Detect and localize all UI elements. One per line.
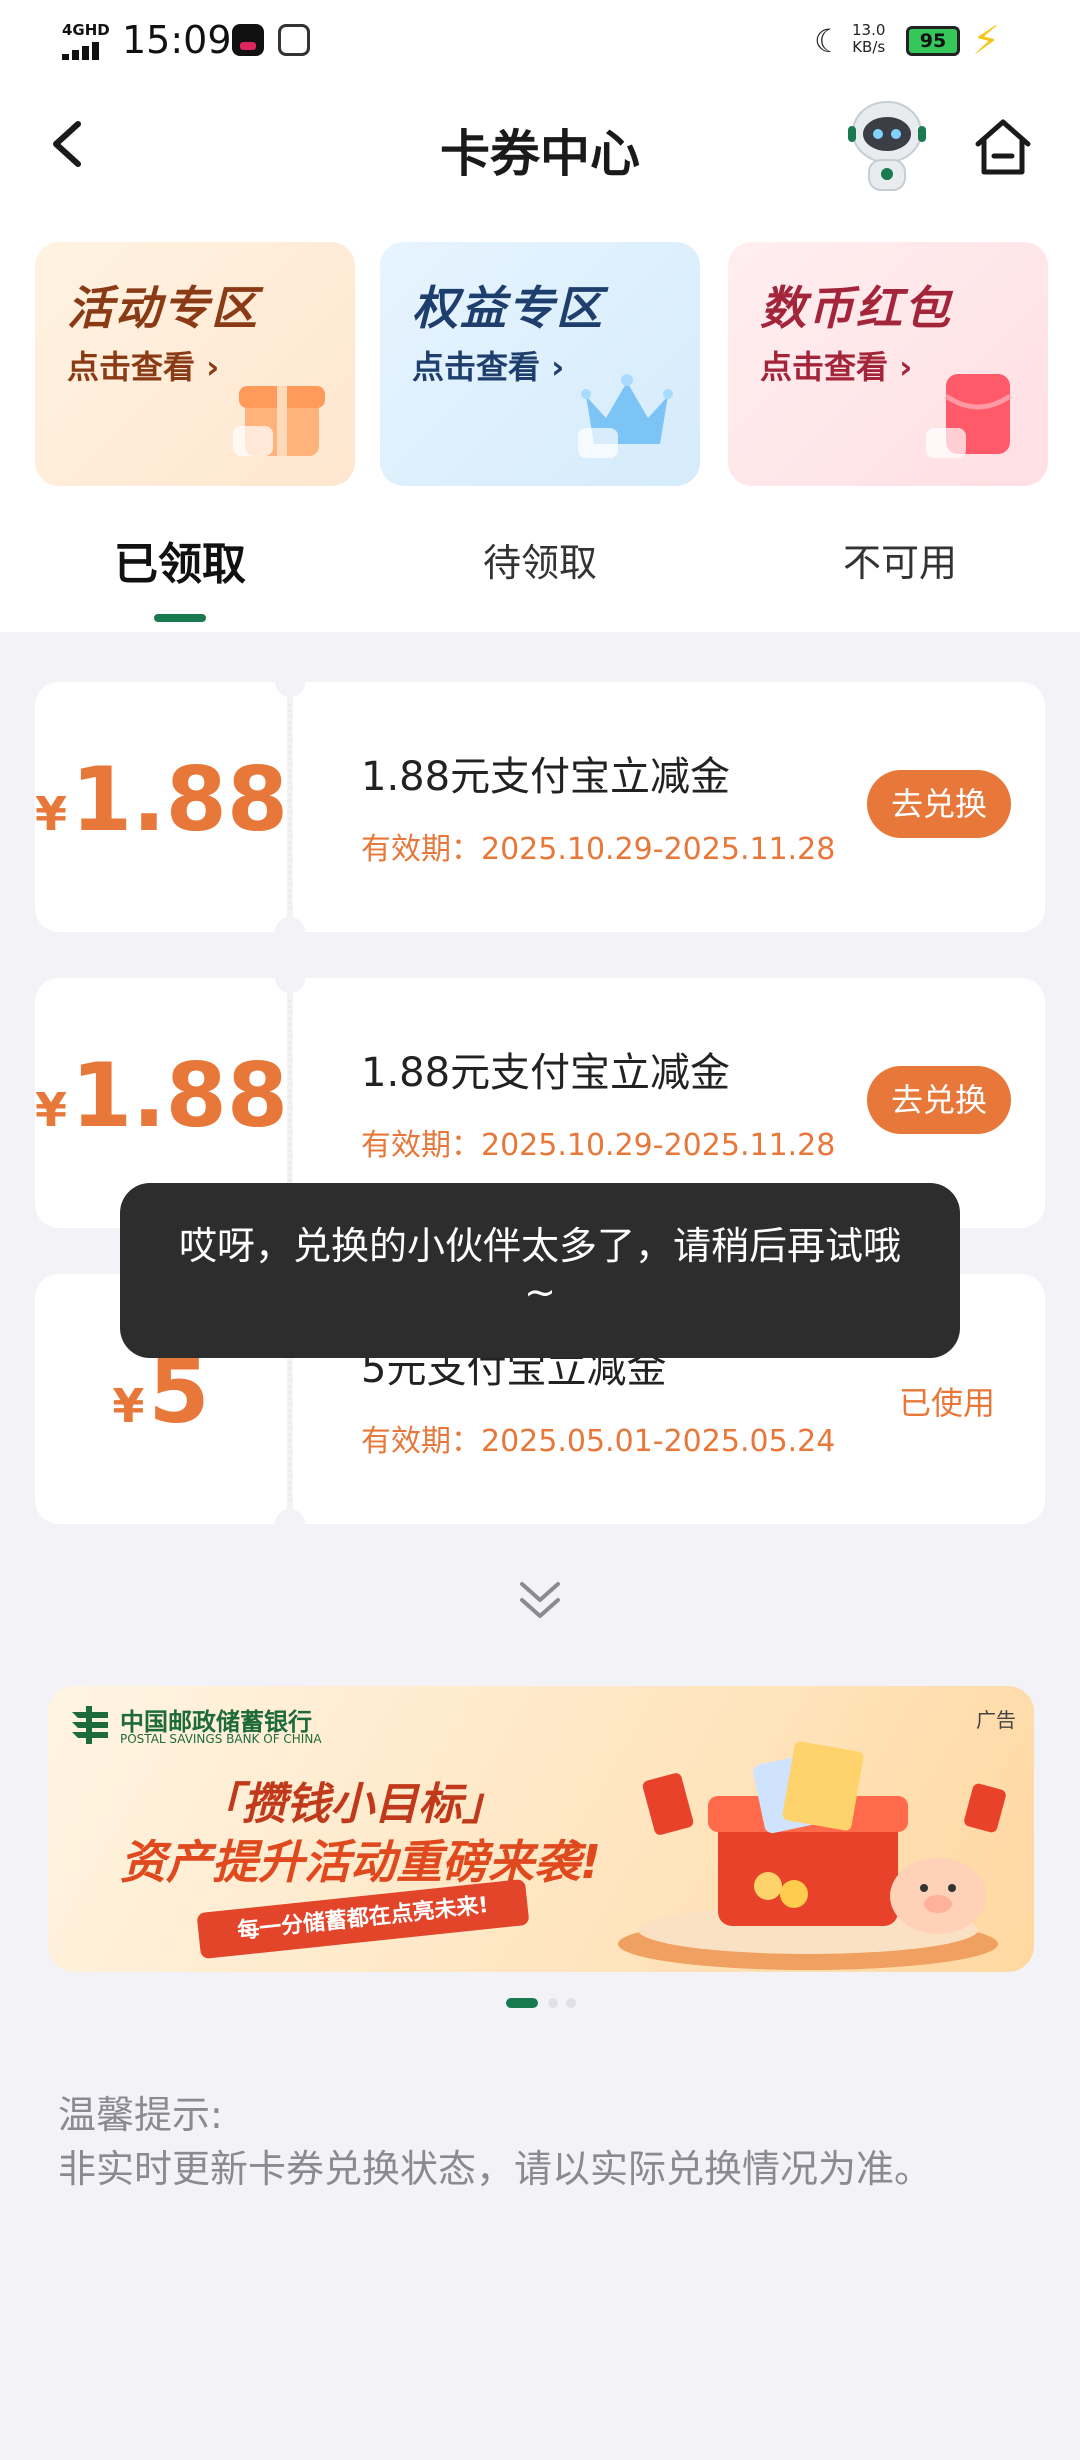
expand-more-icon[interactable] [512, 1572, 568, 1628]
charging-icon: ⚡ [972, 18, 1001, 64]
coupon-amount: ¥1.88 [35, 1044, 289, 1147]
promo-link: 点击查看 › [67, 348, 220, 386]
coupon-notch [275, 917, 305, 947]
tab-unavailable[interactable]: 不可用 [720, 532, 1080, 587]
signal-icon [62, 42, 108, 60]
banner-subheadline: 资产提升活动重磅来袭! [120, 1835, 601, 1889]
network-type: 4GHD [62, 21, 110, 39]
coupon-name: 1.88元支付宝立减金 [361, 1050, 731, 1096]
speed-value: 13.0 [852, 21, 886, 39]
coupon-notch [275, 1509, 305, 1539]
carousel-dot[interactable] [548, 1998, 558, 2008]
ad-banner[interactable]: 中国邮政储蓄银行 POSTAL SAVINGS BANK OF CHINA 广告… [48, 1686, 1034, 1972]
promo-title: 活动专区 [67, 281, 259, 335]
perforation-line [288, 704, 291, 910]
coupon-name: 1.88元支付宝立减金 [361, 754, 731, 800]
tips-text: 非实时更新卡券兑换状态，请以实际兑换情况为准。 [58, 2147, 933, 2191]
promo-title: 权益专区 [412, 281, 604, 335]
tips-title: 温馨提示: [58, 2093, 223, 2137]
redeem-button[interactable]: 去兑换 [867, 770, 1011, 838]
coupon-notch [275, 667, 305, 697]
tab-received[interactable]: 已领取 [0, 528, 360, 592]
promo-card-digital-currency[interactable]: 数币红包 点击查看 › [728, 242, 1048, 486]
promo-link: 点击查看 › [412, 348, 565, 386]
toast-message: 哎呀，兑换的小伙伴太多了，请稍后再试哦~ [120, 1183, 960, 1358]
coupon-validity: 有效期：2025.10.29-2025.11.28 [361, 832, 836, 867]
promo-title: 数币红包 [760, 281, 952, 335]
promo-link: 点击查看 › [760, 348, 913, 386]
crown-icon [578, 374, 673, 458]
status-bar: 4GHD 15:09 ☾ 13.0 KB/s 95 ⚡ [0, 0, 1080, 80]
coupon-amount: ¥5 [112, 1340, 210, 1443]
robot-avatar-icon[interactable] [842, 94, 932, 198]
gift-box-icon [233, 386, 325, 456]
coupon-validity: 有效期：2025.10.29-2025.11.28 [361, 1128, 836, 1163]
speed-unit: KB/s [852, 38, 886, 56]
coupon-amount: ¥1.88 [35, 748, 289, 851]
banner-headline: 「攒钱小目标」 [198, 1779, 506, 1830]
bank-name-en: POSTAL SAVINGS BANK OF CHINA [120, 1732, 322, 1746]
coupon-notch [275, 963, 305, 993]
tab-pending[interactable]: 待领取 [360, 532, 720, 587]
nav-header: 卡券中心 [0, 80, 1080, 210]
carousel-indicator [506, 1998, 586, 2010]
redeem-button[interactable]: 去兑换 [867, 1066, 1011, 1134]
network-speed: 13.0 KB/s [852, 22, 885, 56]
status-time: 15:09 [122, 18, 232, 62]
red-envelope-icon [926, 374, 1012, 458]
app-notification-icon-2 [278, 24, 310, 56]
coupon-card: 1.88元支付宝立减金 有效期：2025.10.29-2025.11.28 去兑… [35, 667, 1045, 947]
promo-card-benefits[interactable]: 权益专区 点击查看 › [380, 242, 700, 486]
tab-indicator [154, 614, 206, 622]
promo-card-activity[interactable]: 活动专区 点击查看 › [35, 242, 355, 486]
used-status-label: 已使用 [898, 1384, 995, 1422]
tab-bar: 已领取 待领取 不可用 [0, 512, 1080, 632]
treasure-chest-illustration [618, 1741, 1006, 1970]
app-notification-icon [232, 24, 264, 56]
coupon-validity: 有效期：2025.05.01-2025.05.24 [361, 1424, 836, 1459]
battery-icon: 95 [906, 26, 960, 56]
bank-logo-icon [72, 1706, 108, 1744]
carousel-dot[interactable] [566, 1998, 576, 2008]
coupon-info-section: 1.88元支付宝立减金 有效期：2025.10.29-2025.11.28 去兑… [293, 682, 1045, 932]
home-icon[interactable] [970, 114, 1036, 180]
carousel-dot-active[interactable] [506, 1998, 538, 2008]
moon-icon: ☾ [814, 22, 843, 60]
perforation-line [288, 1000, 291, 1206]
